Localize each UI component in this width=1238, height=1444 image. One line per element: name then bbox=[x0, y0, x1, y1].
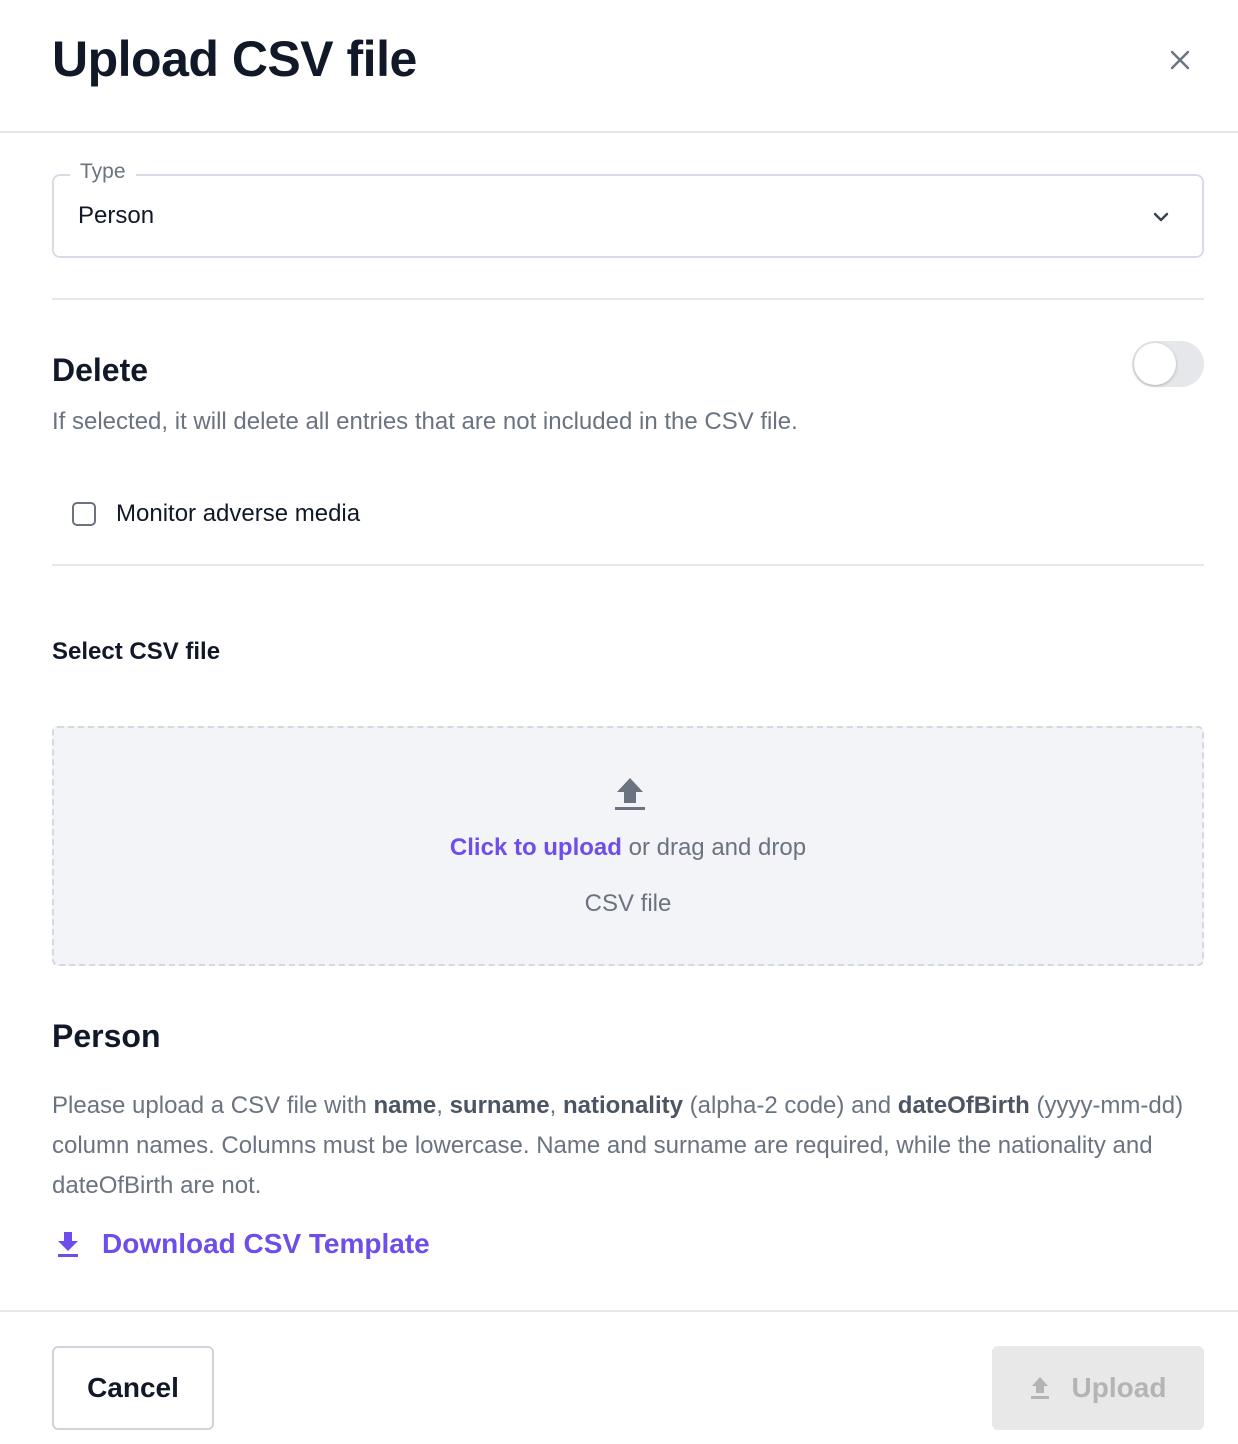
upload-icon bbox=[615, 778, 645, 810]
upload-icon bbox=[1030, 1377, 1049, 1399]
upload-button-label: Upload bbox=[1071, 1372, 1167, 1403]
download-csv-template-link[interactable]: Download CSV Template bbox=[56, 1228, 430, 1260]
divider bbox=[52, 564, 1204, 566]
delete-description: If selected, it will delete all entries … bbox=[52, 408, 798, 435]
type-select-label: Type bbox=[70, 160, 136, 184]
desc-separator: , bbox=[436, 1092, 450, 1119]
click-to-upload-link[interactable]: Click to upload bbox=[450, 834, 622, 861]
close-icon bbox=[1170, 50, 1190, 70]
toggle-knob bbox=[1134, 343, 1176, 385]
field-nationality: nationality bbox=[562, 1092, 683, 1119]
drag-and-drop-text: or drag and drop bbox=[628, 834, 807, 861]
desc-separator: , bbox=[549, 1092, 563, 1119]
type-select[interactable]: Type Person bbox=[52, 160, 1204, 258]
delete-title: Delete bbox=[52, 352, 149, 388]
dropzone-file-hint: CSV file bbox=[584, 890, 672, 917]
field-date-of-birth: dateOfBirth bbox=[897, 1092, 1030, 1119]
delete-toggle[interactable] bbox=[1132, 341, 1204, 387]
person-section-description: Please upload a CSV file with name, surn… bbox=[52, 1086, 1212, 1206]
cancel-button[interactable]: Cancel bbox=[52, 1346, 214, 1430]
upload-csv-dialog: Upload CSV file Type Person Delete If se… bbox=[0, 0, 1238, 1444]
monitor-adverse-media-checkbox-row[interactable]: Monitor adverse media bbox=[72, 500, 360, 528]
csv-dropzone[interactable]: Click to upload or drag and drop CSV fil… bbox=[52, 726, 1204, 966]
field-surname: surname bbox=[449, 1092, 550, 1119]
desc-text: Please upload a CSV file with bbox=[52, 1092, 374, 1119]
download-csv-template-label: Download CSV Template bbox=[102, 1228, 430, 1259]
divider bbox=[52, 298, 1204, 300]
monitor-adverse-media-label: Monitor adverse media bbox=[116, 500, 361, 527]
dialog-header: Upload CSV file bbox=[0, 0, 1238, 133]
dropzone-instructions: Click to upload or drag and drop bbox=[54, 834, 1202, 862]
monitor-adverse-media-checkbox[interactable] bbox=[72, 502, 96, 526]
download-icon bbox=[58, 1232, 78, 1257]
person-section-title: Person bbox=[52, 1018, 161, 1054]
upload-button[interactable]: Upload bbox=[992, 1346, 1204, 1430]
type-select-value: Person bbox=[78, 202, 155, 229]
desc-text: (alpha-2 code) and bbox=[682, 1092, 898, 1119]
close-button[interactable] bbox=[1160, 40, 1200, 80]
dialog-footer: Cancel Upload bbox=[0, 1310, 1238, 1444]
dialog-title: Upload CSV file bbox=[52, 31, 417, 87]
select-csv-label: Select CSV file bbox=[52, 638, 221, 665]
field-name: name bbox=[373, 1092, 437, 1119]
chevron-down-icon bbox=[1153, 212, 1169, 222]
